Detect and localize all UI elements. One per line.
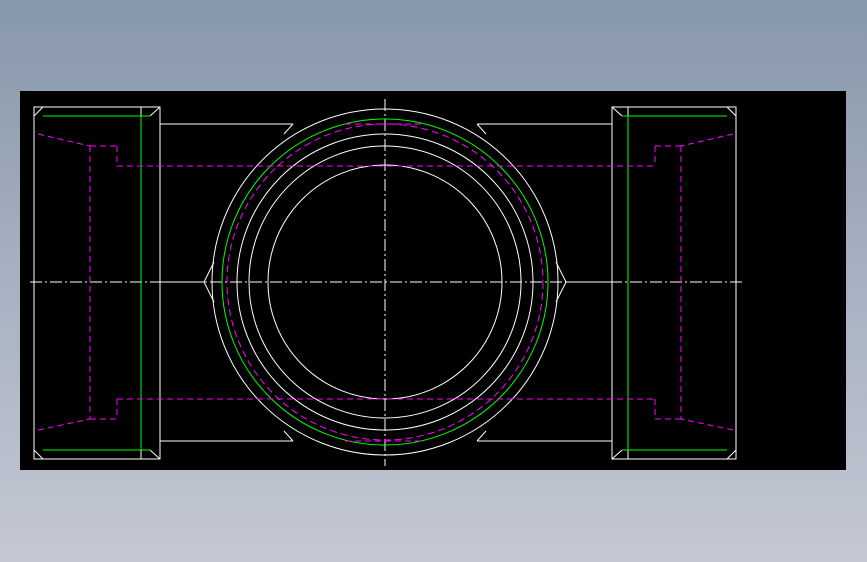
left-thread-lines <box>43 115 150 451</box>
right-hex-outline <box>611 106 737 460</box>
boss-top-left-chamfer <box>283 123 294 135</box>
right-chamfer-top-left <box>611 106 623 117</box>
cad-drawing <box>30 99 742 466</box>
left-chamfer-top-left <box>33 106 44 117</box>
boss-top-right-chamfer <box>476 123 487 135</box>
boss-bottom-left-chamfer <box>283 430 294 442</box>
hidden-left-taper-bottom <box>37 418 91 431</box>
left-chamfer-bottom-right <box>149 449 161 460</box>
right-hex-end <box>611 106 737 460</box>
hidden-right-taper-top <box>680 133 734 147</box>
boss-bottom-right-chamfer <box>476 430 487 442</box>
right-chamfer-bottom-right <box>726 449 737 460</box>
hidden-left-taper-top <box>37 133 91 147</box>
left-chamfer-top-right <box>149 106 161 117</box>
left-chamfer-bottom-left <box>33 449 44 460</box>
right-chamfer-bottom-left <box>611 449 623 460</box>
centerlines <box>30 99 742 466</box>
hidden-right-taper-bottom <box>680 418 734 431</box>
right-chamfer-top-right <box>726 106 737 117</box>
